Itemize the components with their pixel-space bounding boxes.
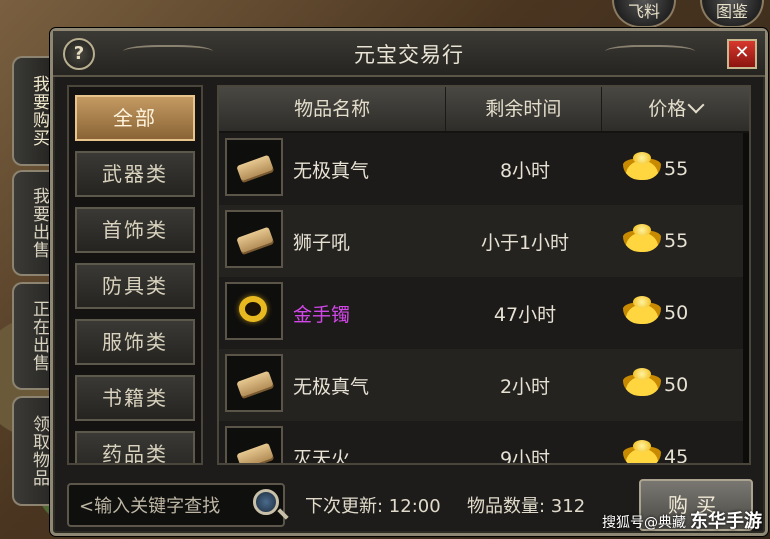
table-row[interactable]: 狮子吼 小于1小时 55: [219, 205, 749, 277]
price-value: 55: [664, 158, 689, 180]
search-input[interactable]: [77, 491, 251, 521]
item-count-label: 物品数量: 312: [467, 496, 586, 517]
price-value: 55: [664, 230, 689, 252]
window-title: 元宝交易行: [354, 43, 464, 67]
header-remaining-time[interactable]: 剩余时间: [446, 87, 602, 131]
side-tab-sell[interactable]: 我要出售: [12, 170, 50, 276]
category-weapons[interactable]: 武器类: [75, 151, 195, 197]
item-price: 55: [623, 224, 689, 252]
item-name: 金手镯: [293, 303, 351, 326]
scroll-icon: [225, 210, 283, 268]
table-row[interactable]: 金手镯 47小时 50: [219, 277, 749, 349]
table-rows: 无极真气 8小时 55 狮子吼 小于1小时 55 金手镯 47小时 50 无极真…: [219, 133, 749, 465]
table-row[interactable]: 无极真气 8小时 55: [219, 133, 749, 205]
scroll-icon: [225, 426, 283, 463]
price-value: 45: [664, 446, 689, 465]
item-name: 无极真气: [293, 159, 370, 182]
category-potions[interactable]: 药品类: [75, 431, 195, 463]
item-price: 50: [623, 296, 689, 324]
title-bar: ? 元宝交易行 ✕: [53, 31, 765, 77]
item-time: 47小时: [493, 303, 557, 326]
watermark-prefix: 搜狐号@典藏: [602, 515, 686, 531]
table-row[interactable]: 灭天火 9小时 45: [219, 421, 749, 465]
category-jewelry[interactable]: 首饰类: [75, 207, 195, 253]
header-price[interactable]: 价格: [601, 87, 749, 131]
scroll-icon: [225, 354, 283, 412]
table-row[interactable]: 无极真气 2小时 50: [219, 349, 749, 421]
price-value: 50: [664, 302, 689, 324]
trade-window: ? 元宝交易行 ✕ 全部 武器类 首饰类 防具类 服饰类 书籍类 药品类 物品名…: [50, 28, 768, 536]
search-box: [67, 483, 285, 527]
header-item-name[interactable]: 物品名称: [219, 87, 447, 131]
category-clothing[interactable]: 服饰类: [75, 319, 195, 365]
item-price: 45: [623, 440, 689, 465]
gold-ingot-icon: [623, 224, 661, 252]
gold-ingot-icon: [623, 368, 661, 396]
item-time: 小于1小时: [480, 231, 570, 254]
price-value: 50: [664, 374, 689, 396]
category-books[interactable]: 书籍类: [75, 375, 195, 421]
item-name: 狮子吼: [293, 231, 351, 254]
bracelet-icon: [225, 282, 283, 340]
side-tab-buy[interactable]: 我要购买: [12, 56, 50, 166]
gold-ingot-icon: [623, 440, 661, 463]
table-scrollbar[interactable]: [743, 133, 749, 463]
side-tab-claim[interactable]: 领取物品: [12, 396, 50, 506]
gold-ingot-icon: [623, 152, 661, 180]
watermark-brand: 东华手游: [690, 511, 762, 532]
item-price: 55: [623, 152, 689, 180]
item-time: 8小时: [499, 159, 551, 182]
gold-ingot-icon: [623, 296, 661, 324]
category-list: 全部 武器类 首饰类 防具类 服饰类 书籍类 药品类: [67, 85, 203, 465]
table-header: 物品名称 剩余时间 价格: [219, 87, 749, 131]
item-time: 9小时: [499, 447, 551, 465]
item-name: 灭天火: [293, 447, 351, 465]
magnifier-icon[interactable]: [253, 489, 279, 515]
category-armor[interactable]: 防具类: [75, 263, 195, 309]
watermark: 搜狐号@典藏 东华手游: [602, 507, 762, 533]
next-refresh-label: 下次更新: 12:00: [305, 496, 441, 517]
side-tab-selling[interactable]: 正在出售: [12, 282, 50, 390]
item-name: 无极真气: [293, 375, 370, 398]
category-all[interactable]: 全部: [75, 95, 195, 141]
item-time: 2小时: [499, 375, 551, 398]
item-price: 50: [623, 368, 689, 396]
header-price-label: 价格: [648, 98, 687, 120]
chevron-down-icon: [687, 96, 705, 114]
scroll-icon: [225, 138, 283, 196]
close-icon[interactable]: ✕: [727, 39, 757, 69]
item-table: 物品名称 剩余时间 价格 无极真气 8小时 55 狮子吼 小于1小时 55 金手…: [217, 85, 751, 465]
